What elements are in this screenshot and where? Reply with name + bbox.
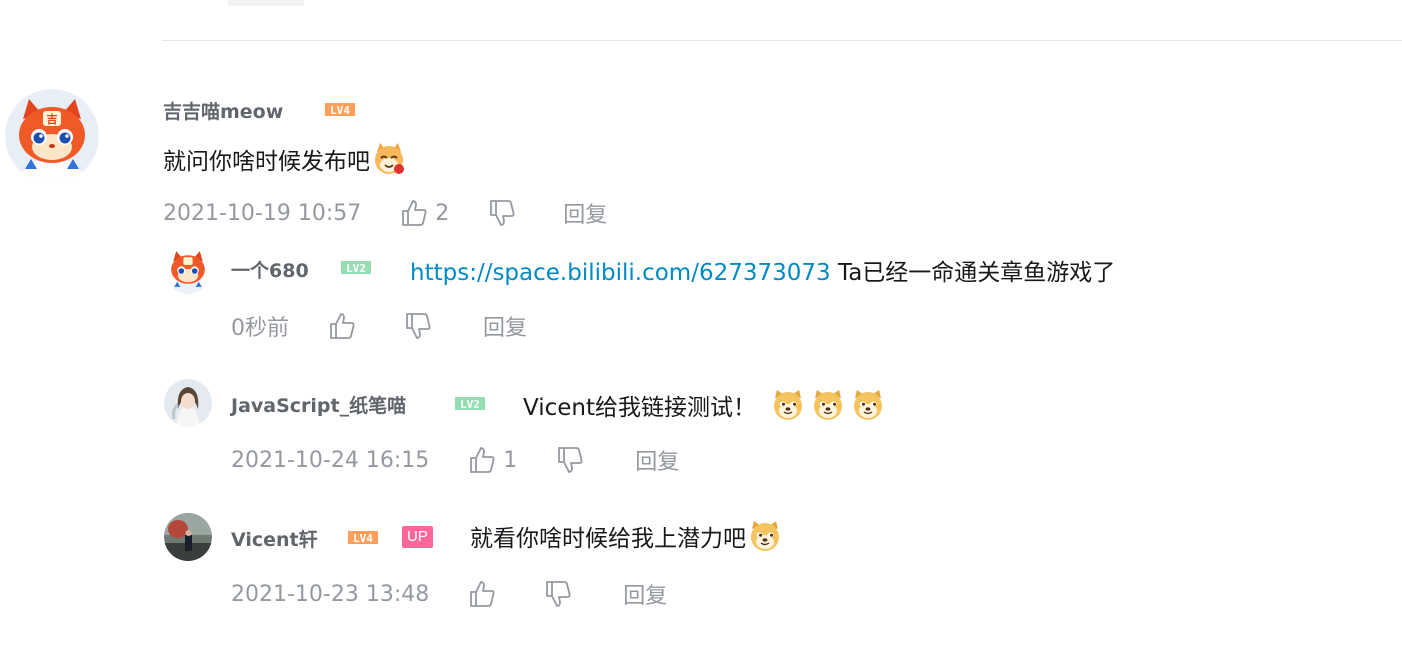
like-button[interactable]: 2 (399, 198, 449, 228)
username-reply-1[interactable]: 一个680 (231, 256, 309, 283)
comment-text-reply-1-body: Ta已经一命通关章鱼游戏了 (830, 260, 1116, 286)
like-button[interactable]: 1 (467, 445, 517, 475)
comment-time: 0秒前 (231, 316, 289, 341)
comment-time: 2021-10-19 10:57 (163, 200, 362, 226)
comment-time: 2021-10-24 16:15 (231, 447, 430, 473)
comment-text-reply-3-body: 就看你啥时候给我上潜力吧 (470, 526, 746, 552)
svg-text:LV2: LV2 (460, 398, 480, 410)
like-button[interactable] (467, 579, 497, 609)
thumbs-down-icon (406, 313, 431, 339)
anime-girl-avatar-icon (164, 379, 212, 427)
comment-text-main-body: 就问你啥时候发布吧 (163, 149, 370, 175)
username-main[interactable]: 吉吉喵meow (163, 97, 283, 124)
doge-emoji-icon (771, 388, 805, 422)
dislike-button[interactable] (543, 579, 573, 609)
doge-emoji-icon (748, 519, 782, 553)
thumbs-up-icon (470, 581, 495, 607)
svg-text:LV4: LV4 (353, 532, 373, 544)
reply-button[interactable]: 回复 (483, 310, 527, 342)
reply-button[interactable]: 回复 (635, 444, 679, 476)
top-tab-stub (228, 0, 304, 6)
thumbs-down-icon (490, 200, 515, 226)
comment-text-main: 就问你啥时候发布吧 (163, 142, 406, 176)
dislike-button[interactable] (555, 445, 585, 475)
comment-text-reply-1: https://space.bilibili.com/627373073 Ta已… (410, 253, 1115, 287)
comment-meta-main: 2021-10-19 10:57 2 回复 (163, 197, 607, 229)
comment-meta-reply-2: 2021-10-24 16:15 1 回复 (231, 444, 679, 476)
comment-divider (162, 40, 1402, 41)
avatar-yige680[interactable] (164, 246, 212, 294)
like-button[interactable] (327, 311, 357, 341)
thumbs-up-icon (402, 200, 427, 226)
level-badge-lv2: LV2 (341, 261, 371, 274)
comment-meta-reply-3: 2021-10-23 13:48 回复 (231, 578, 667, 610)
doge-emoji-icon (811, 388, 845, 422)
comment-text-reply-3: 就看你啥时候给我上潜力吧 (470, 519, 782, 553)
comment-meta-reply-1: 0秒前 回复 (231, 310, 527, 342)
thumbs-up-icon (330, 313, 355, 339)
up-badge: UP (402, 526, 433, 548)
dislike-button[interactable] (403, 311, 433, 341)
cat-emoji-icon (372, 142, 406, 176)
like-count: 2 (435, 200, 450, 226)
tiger-avatar-icon: 吉 (5, 89, 99, 183)
level-badge-lv4: LV4 (348, 531, 378, 544)
username-reply-3[interactable]: Vicent轩 (231, 525, 318, 552)
avatar-vicentxuan[interactable] (164, 513, 212, 561)
reply-button[interactable]: 回复 (563, 197, 607, 229)
photo-avatar-icon (164, 513, 212, 561)
thumbs-down-icon (558, 447, 583, 473)
tiger-avatar-icon (164, 246, 212, 294)
thumbs-up-icon (470, 447, 495, 473)
reply-button[interactable]: 回复 (623, 578, 667, 610)
comment-text-reply-2-body: Vicent给我链接测试！ (523, 395, 757, 421)
svg-text:LV2: LV2 (346, 262, 366, 274)
space-link[interactable]: https://space.bilibili.com/627373073 (410, 260, 831, 286)
username-reply-2[interactable]: JavaScript_纸笔喵 (231, 391, 406, 418)
dislike-button[interactable] (487, 198, 517, 228)
thumbs-down-icon (546, 581, 571, 607)
avatar-jijimiao[interactable]: 吉 (5, 89, 99, 183)
level-badge-lv2: LV2 (455, 397, 485, 410)
comment-text-reply-2: Vicent给我链接测试！ (523, 388, 885, 422)
svg-text:吉: 吉 (47, 112, 58, 126)
svg-text:LV4: LV4 (330, 104, 350, 116)
comment-time: 2021-10-23 13:48 (231, 581, 430, 607)
level-badge-lv4: LV4 (325, 103, 355, 116)
avatar-javascript-zhibimiao[interactable] (164, 379, 212, 427)
doge-emoji-icon (851, 388, 885, 422)
like-count: 1 (503, 447, 518, 473)
